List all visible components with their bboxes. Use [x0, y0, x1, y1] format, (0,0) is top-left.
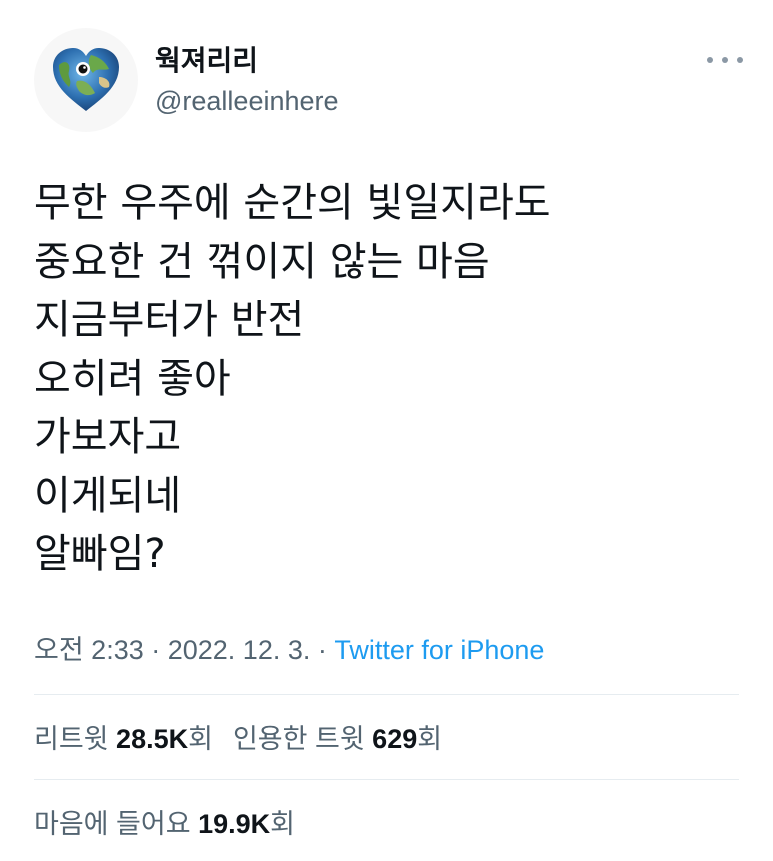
retweets-unit: 회 [188, 724, 213, 754]
meta-separator: · [143, 635, 168, 665]
retweets-label: 리트윗 [34, 724, 109, 754]
user-handle[interactable]: @realleeinhere [155, 84, 339, 118]
author-info: 웍져리리 @realleeinhere [155, 44, 339, 118]
likes-stat[interactable]: 마음에 들어요 19.9K회 [34, 809, 295, 839]
more-horizontal-icon [737, 57, 743, 63]
quotes-count: 629 [372, 724, 418, 754]
divider [34, 694, 739, 695]
more-options-button[interactable] [707, 50, 743, 70]
tweet-date[interactable]: 2022. 12. 3. [168, 635, 311, 665]
quotes-stat[interactable]: 인용한 트윗 629회 [233, 724, 442, 754]
quotes-label: 인용한 트윗 [232, 724, 365, 754]
retweets-count: 28.5K [116, 724, 189, 754]
quotes-unit: 회 [417, 724, 443, 754]
likes-unit: 회 [270, 809, 295, 839]
tweet-line: 오히려 좋아 [34, 355, 231, 402]
tweet-line: 알빠임? [34, 531, 166, 577]
display-name[interactable]: 웍져리리 [155, 44, 339, 78]
tweet-line: 가보자고 [34, 414, 182, 460]
source-link[interactable]: Twitter for iPhone [334, 635, 544, 665]
likes-count: 19.9K [198, 809, 271, 839]
more-horizontal-icon [707, 57, 713, 63]
likes-label: 마음에 들어요 [34, 809, 191, 839]
earth-heart-icon [53, 48, 119, 111]
retweet-stats: 리트윗 28.5K회 인용한 트윗 629회 [34, 721, 442, 757]
retweets-stat[interactable]: 리트윗 28.5K회 [34, 724, 213, 754]
tweet-meta: 오전 2:33 · 2022. 12. 3. · Twitter for iPh… [34, 632, 544, 668]
more-horizontal-icon [722, 57, 728, 63]
tweet-line: 무한 우주에 순간의 빛일지라도 [34, 180, 551, 226]
tweet-header: 웍져리리 @realleeinhere [34, 28, 743, 132]
divider [34, 779, 739, 780]
like-stats: 마음에 들어요 19.9K회 [34, 806, 295, 842]
avatar[interactable] [34, 28, 138, 132]
tweet-time[interactable]: 오전 2:33 [34, 635, 144, 665]
tweet-line: 이게되네 [34, 472, 182, 519]
tweet-line: 중요한 건 꺾이지 않는 마음 [34, 238, 490, 285]
tweet-line: 지금부터가 반전 [34, 297, 305, 343]
meta-separator: · [310, 635, 335, 665]
tweet-text: 무한 우주에 순간의 빛일지라도 중요한 건 꺾이지 않는 마음 지금부터가 반… [34, 174, 734, 584]
